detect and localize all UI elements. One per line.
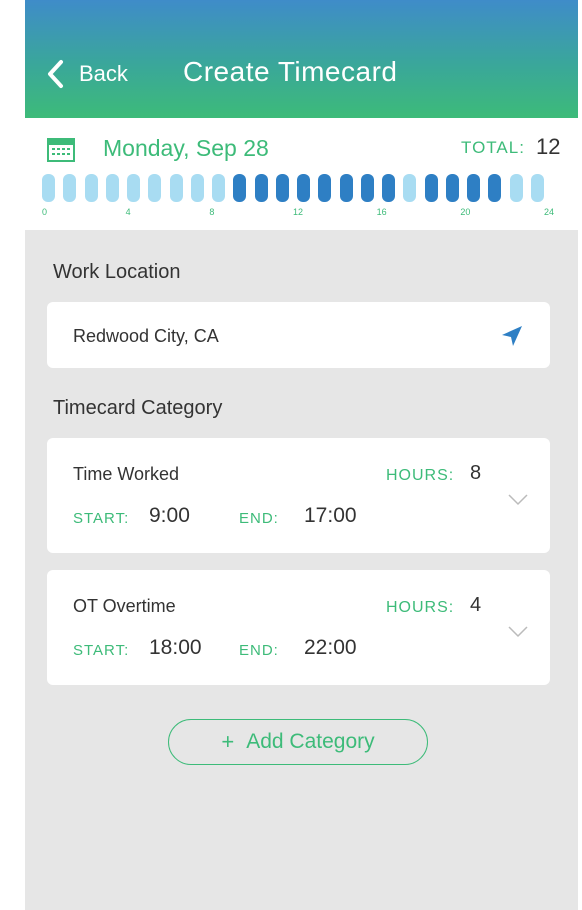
start-time[interactable]: 18:00 xyxy=(149,636,202,660)
hour-tick-label: 4 xyxy=(125,207,131,217)
start-label: START: xyxy=(73,510,130,527)
hour-segment[interactable] xyxy=(360,174,374,202)
hour-tick-label: 8 xyxy=(209,207,215,217)
hour-segment[interactable] xyxy=(254,174,268,202)
hour-segment[interactable] xyxy=(84,174,98,202)
hour-tick-label: 16 xyxy=(376,207,387,217)
end-time[interactable]: 17:00 xyxy=(304,504,357,528)
hour-tick-label: 24 xyxy=(544,207,555,217)
end-label: END: xyxy=(239,510,279,527)
page-title: Create Timecard xyxy=(183,56,398,87)
work-location-value: Redwood City, CA xyxy=(73,326,219,346)
hour-segment[interactable] xyxy=(403,174,417,202)
hour-segment[interactable] xyxy=(488,174,502,202)
hour-segment[interactable] xyxy=(275,174,289,202)
timecard-screen: Back Create Timecard Monday, Sep 28 TOTA… xyxy=(25,0,578,910)
end-time[interactable]: 22:00 xyxy=(304,636,357,660)
hours-label: HOURS: xyxy=(386,599,455,616)
hour-segment[interactable] xyxy=(530,174,544,202)
hour-segment[interactable] xyxy=(297,174,310,202)
hour-segment[interactable] xyxy=(42,174,55,202)
category-card-time-worked[interactable]: Time Worked HOURS: 8 START: 9:00 END: 17… xyxy=(47,438,550,553)
work-location-field[interactable]: Redwood City, CA xyxy=(47,302,550,368)
chevron-down-icon[interactable] xyxy=(508,494,528,506)
hour-tick-label: 20 xyxy=(460,207,471,217)
hour-segment[interactable] xyxy=(424,174,438,202)
start-time[interactable]: 9:00 xyxy=(149,504,190,528)
chevron-down-icon[interactable] xyxy=(508,626,528,638)
category-name: OT Overtime xyxy=(73,596,176,616)
selected-date[interactable]: Monday, Sep 28 xyxy=(103,135,269,162)
hour-segment[interactable] xyxy=(127,174,140,202)
calendar-icon[interactable] xyxy=(47,136,75,162)
hour-segment[interactable] xyxy=(509,174,523,202)
total-value: 12 xyxy=(536,134,561,159)
hours-label: HOURS: xyxy=(386,467,455,484)
hours-value: 4 xyxy=(470,594,482,616)
work-location-label: Work Location xyxy=(53,261,181,283)
hour-segment[interactable] xyxy=(445,174,459,202)
category-name: Time Worked xyxy=(73,464,180,484)
chevron-left-icon xyxy=(48,60,63,88)
hour-segment[interactable] xyxy=(382,174,395,202)
start-label: START: xyxy=(73,642,130,659)
hour-tick-label: 12 xyxy=(293,207,304,217)
timecard-category-label: Timecard Category xyxy=(53,397,223,419)
hour-segment[interactable] xyxy=(339,174,353,202)
add-category-label: Add Category xyxy=(246,730,375,753)
hour-tick-label: 0 xyxy=(42,207,48,217)
hour-segment[interactable] xyxy=(212,174,225,202)
hour-timeline[interactable] xyxy=(42,174,552,202)
plus-icon: + xyxy=(221,729,235,754)
hour-segment[interactable] xyxy=(148,174,162,202)
hour-segment[interactable] xyxy=(169,174,183,202)
add-category-button[interactable]: + Add Category xyxy=(168,719,428,765)
back-button[interactable]: Back xyxy=(45,58,128,90)
hour-segment[interactable] xyxy=(233,174,247,202)
hour-segment[interactable] xyxy=(105,174,119,202)
hour-segment[interactable] xyxy=(63,174,77,202)
end-label: END: xyxy=(239,642,279,659)
location-arrow-icon[interactable] xyxy=(500,324,524,348)
header-bar: Back Create Timecard xyxy=(25,0,578,118)
category-card-overtime[interactable]: OT Overtime HOURS: 4 START: 18:00 END: 2… xyxy=(47,570,550,685)
hour-segment[interactable] xyxy=(467,174,480,202)
hour-segment[interactable] xyxy=(318,174,332,202)
date-bar: Monday, Sep 28 TOTAL: 12 0 4 8 12 16 20 24 xyxy=(25,118,578,230)
total-label: TOTAL: xyxy=(461,138,525,157)
hour-segment[interactable] xyxy=(190,174,204,202)
hours-value: 8 xyxy=(470,462,482,484)
back-label: Back xyxy=(79,61,128,86)
